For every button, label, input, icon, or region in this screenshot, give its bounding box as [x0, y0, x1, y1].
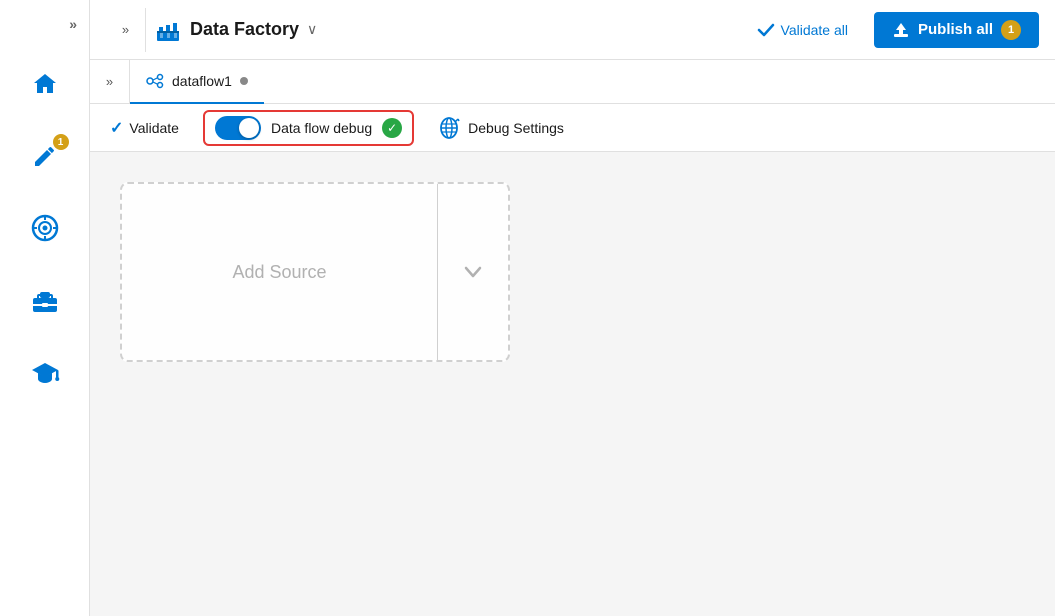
- monitor-icon-container: [27, 210, 63, 246]
- validate-all-button[interactable]: Validate all: [747, 15, 858, 45]
- factory-icon: [155, 17, 181, 43]
- add-source-box[interactable]: Add Source: [120, 182, 510, 362]
- graduation-icon: [30, 357, 60, 387]
- validate-all-label: Validate all: [781, 22, 848, 38]
- header: » Data Factory ∨: [90, 0, 1055, 60]
- header-dropdown-icon[interactable]: ∨: [307, 21, 317, 38]
- dataflow-icon: [146, 72, 164, 90]
- debug-toggle[interactable]: [215, 116, 261, 140]
- publish-icon: [892, 21, 910, 39]
- toggle-thumb: [239, 118, 259, 138]
- tab-expand-icon: »: [106, 74, 113, 89]
- tab-expand[interactable]: »: [90, 60, 130, 104]
- tab-bar: » dataflow1: [90, 60, 1055, 104]
- debug-active-icon: ✓: [382, 118, 402, 138]
- debug-label: Data flow debug: [271, 120, 372, 136]
- header-title: Data Factory: [190, 19, 299, 40]
- chevron-right-icon: »: [69, 16, 77, 32]
- monitor-icon: [29, 212, 61, 244]
- author-badge: 1: [53, 134, 69, 150]
- home-icon: [31, 70, 59, 98]
- sidebar-item-manage[interactable]: [0, 264, 90, 336]
- factory-icon-container: [154, 16, 182, 44]
- header-expand[interactable]: »: [106, 8, 146, 52]
- debug-settings-button[interactable]: Debug Settings: [438, 117, 564, 139]
- header-expand-icon: »: [122, 22, 129, 37]
- sidebar-item-author[interactable]: 1: [0, 120, 90, 192]
- add-source-label: Add Source: [232, 262, 326, 283]
- manage-icon-container: [27, 282, 63, 318]
- toolbar: ✓ Validate Data flow debug ✓ Debug Set: [90, 104, 1055, 152]
- author-icon-container: 1: [27, 138, 63, 174]
- validate-label: Validate: [129, 120, 179, 136]
- sidebar: » 1: [0, 0, 90, 616]
- home-icon-container: [27, 66, 63, 102]
- canvas: Add Source: [90, 152, 1055, 616]
- tab-label: dataflow1: [172, 73, 232, 89]
- tab-unsaved-dot: [240, 77, 248, 85]
- publish-all-button[interactable]: Publish all 1: [874, 12, 1039, 48]
- sidebar-item-learn[interactable]: [0, 336, 90, 408]
- toolbox-icon: [30, 285, 60, 315]
- checkmark-icon: ✓: [110, 118, 123, 138]
- publish-all-label: Publish all: [918, 21, 993, 38]
- validate-icon: [757, 21, 775, 39]
- sidebar-collapse[interactable]: »: [0, 8, 89, 48]
- main-content: » Data Factory ∨: [90, 0, 1055, 616]
- validate-button[interactable]: ✓ Validate: [110, 118, 179, 138]
- header-left: » Data Factory ∨: [106, 8, 731, 52]
- debug-settings-label: Debug Settings: [468, 120, 564, 136]
- debug-settings-icon: [438, 117, 460, 139]
- publish-badge: 1: [1001, 20, 1021, 40]
- add-source-main: Add Source: [122, 184, 437, 360]
- source-dropdown[interactable]: [438, 184, 508, 360]
- sidebar-item-monitor[interactable]: [0, 192, 90, 264]
- learn-icon-container: [27, 354, 63, 390]
- toggle-track: [215, 116, 261, 140]
- tab-dataflow1[interactable]: dataflow1: [130, 60, 264, 104]
- chevron-down-icon: [461, 260, 485, 284]
- debug-toggle-container: Data flow debug ✓: [203, 110, 414, 146]
- sidebar-item-home[interactable]: [0, 48, 90, 120]
